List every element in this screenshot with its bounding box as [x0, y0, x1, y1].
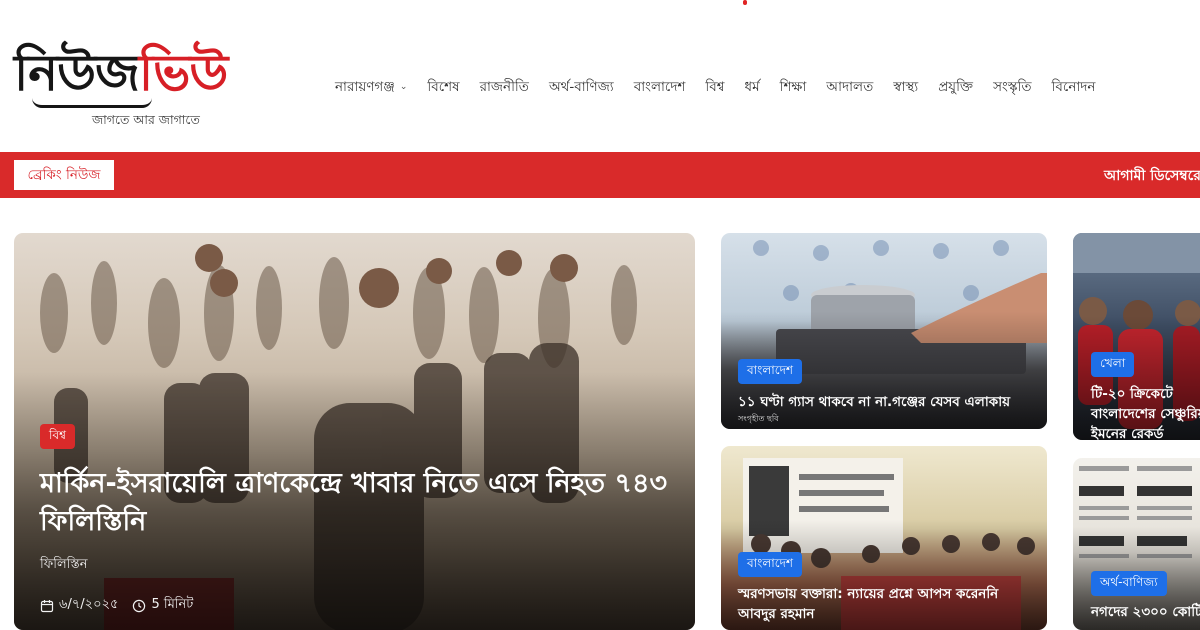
chevron-down-icon: ⌄	[399, 82, 408, 92]
news-card[interactable]: খেলা টি-২০ ক্রিকেটে বাংলাদেশের সেঞ্চুরিয…	[1073, 233, 1200, 440]
nav-item-label: নারায়ণগঞ্জ	[335, 78, 395, 95]
hero-date: ৬/৭/২০২৫	[40, 595, 118, 616]
nav-item-entertainment[interactable]: বিনোদন	[1052, 76, 1096, 99]
nav-item-religion[interactable]: ধর্ম	[745, 76, 760, 99]
logo-part1: নিউজ	[14, 44, 140, 102]
news-card-title[interactable]: নগদের ২৩০০ কোটি	[1091, 602, 1200, 622]
news-card-title[interactable]: স্মরণসভায় বক্তারা: ন্যায়ের প্রশ্নে আপস…	[738, 584, 1038, 624]
breaking-news-ticker[interactable]: আগামী ডিসেম্বরে	[1104, 164, 1200, 188]
hero-read-time-text: 5 মিনিট	[151, 597, 194, 612]
nav-item-bangladesh[interactable]: বাংলাদেশ	[634, 76, 686, 99]
hero-date-text: ৬/৭/২০২৫	[59, 597, 119, 612]
news-card[interactable]: অর্থ-বাণিজ্য নগদের ২৩০০ কোটি	[1073, 458, 1200, 630]
news-card-caption: সংগৃহীত ছবি	[738, 414, 779, 423]
news-card-category[interactable]: বাংলাদেশ	[738, 359, 802, 384]
hero-read-time: 5 মিনিট	[132, 595, 193, 616]
nav-item-culture[interactable]: সংস্কৃতি	[993, 76, 1031, 99]
hero-headline[interactable]: মার্কিন-ইসরায়েলি ত্রাণকেন্দ্রে খাবার নি…	[40, 465, 680, 541]
clock-icon	[133, 599, 146, 612]
nav-item-special[interactable]: বিশেষ	[427, 76, 459, 99]
hero-meta: ৬/৭/২০২৫ 5 মিনিট	[40, 595, 193, 616]
breaking-news-label: ব্রেকিং নিউজ	[14, 160, 114, 190]
breaking-news-bar: ব্রেকিং নিউজ আগামী ডিসেম্বরে	[0, 152, 1200, 198]
nav-item-technology[interactable]: প্রযুক্তি	[938, 76, 973, 99]
news-card-category[interactable]: খেলা	[1091, 352, 1135, 377]
hero-category-badge[interactable]: বিশ্ব	[40, 424, 75, 449]
news-card-title[interactable]: ১১ ঘণ্টা গ্যাস থাকবে না না.গঞ্জের যেসব এ…	[738, 392, 1010, 412]
news-card-category[interactable]: অর্থ-বাণিজ্য	[1091, 571, 1167, 596]
nav-item-narayanganj[interactable]: নারায়ণগঞ্জ ⌄	[335, 76, 407, 99]
news-card[interactable]: বাংলাদেশ ১১ ঘণ্টা গ্যাস থাকবে না না.গঞ্জ…	[721, 233, 1047, 429]
news-card[interactable]: বাংলাদেশ স্মরণসভায় বক্তারা: ন্যায়ের প্…	[721, 446, 1047, 630]
main-nav: নারায়ণগঞ্জ ⌄ বিশেষ রাজনীতি অর্থ-বাণিজ্য…	[335, 76, 1095, 98]
logo-wordmark: নিউজভিউ	[14, 40, 229, 106]
site-logo[interactable]: নিউজভিউ জাগতে আর জাগাতে	[14, 40, 228, 132]
nav-item-politics[interactable]: রাজনীতি	[480, 76, 529, 99]
nav-item-world[interactable]: বিশ্ব	[705, 76, 724, 99]
hero-story-card[interactable]: বিশ্ব মার্কিন-ইসরায়েলি ত্রাণকেন্দ্রে খা…	[14, 233, 695, 630]
news-card-category[interactable]: বাংলাদেশ	[738, 552, 802, 577]
calendar-icon	[40, 599, 54, 612]
top-indicator	[743, 0, 747, 5]
logo-tagline: জাগতে আর জাগাতে	[92, 112, 200, 127]
nav-item-health[interactable]: স্বাস্থ্য	[893, 76, 918, 99]
hero-subcategory[interactable]: ফিলিস্তিন	[40, 555, 87, 576]
logo-part2: ভিউ	[138, 44, 229, 102]
logo-swoosh	[32, 98, 152, 108]
nav-item-business[interactable]: অর্থ-বাণিজ্য	[549, 76, 614, 99]
hero-image-overlay	[14, 233, 695, 630]
nav-item-court[interactable]: আদালত	[826, 76, 873, 99]
nav-item-education[interactable]: শিক্ষা	[780, 76, 807, 99]
site-header: নিউজভিউ জাগতে আর জাগাতে নারায়ণগঞ্জ ⌄ বি…	[0, 0, 1200, 152]
news-card-title[interactable]: টি-২০ ক্রিকেটে বাংলাদেশের সেঞ্চুরিয়ান ই…	[1091, 384, 1200, 440]
